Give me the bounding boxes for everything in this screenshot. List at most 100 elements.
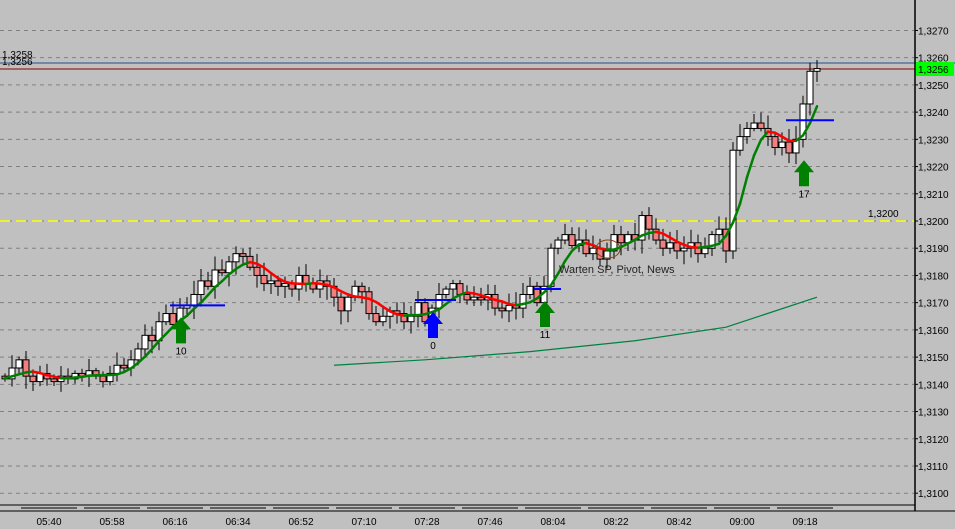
candle-body-up <box>225 261 233 274</box>
time-tick-label: 08:04 <box>540 517 565 528</box>
price-tick-label: 1,3180 <box>918 271 949 282</box>
price-tick-label: 1,3270 <box>918 26 949 37</box>
price-tick-label: 1,3120 <box>918 435 949 446</box>
time-tick-label: 06:52 <box>288 517 313 528</box>
candle-body-up <box>666 242 674 249</box>
candle-body-up <box>442 288 450 295</box>
candle-body-up <box>554 239 562 249</box>
candle-body-up <box>519 293 527 309</box>
candle-body-down <box>274 280 282 287</box>
candle-body-down <box>204 280 212 287</box>
time-tick-label: 08:22 <box>603 517 628 528</box>
price-tick-label: 1,3100 <box>918 489 949 500</box>
price-chart[interactable]: 1,32701,32601,32501,32401,32301,32201,32… <box>0 0 955 529</box>
candle-body-up <box>526 285 534 295</box>
candle-body-up <box>806 70 814 105</box>
candle-body-down <box>358 285 366 293</box>
signal-label: 17 <box>798 189 810 200</box>
candle-body-up <box>15 359 23 369</box>
price-tick-label: 1,3190 <box>918 244 949 255</box>
signal-label: 11 <box>540 330 551 341</box>
candle-body-up <box>344 296 352 312</box>
candle-body-down <box>253 266 261 276</box>
signal-label: 10 <box>175 346 187 357</box>
candle-body-up <box>736 136 744 151</box>
candle-body-up <box>134 348 142 361</box>
price-tick-label: 1,3210 <box>918 190 949 201</box>
candle-body-up <box>729 149 737 252</box>
candle-body-up <box>680 247 688 252</box>
candle-body-down <box>169 313 177 325</box>
candle-body-up <box>281 283 289 287</box>
candle-body-up <box>379 315 387 323</box>
candle-body-down <box>617 234 625 244</box>
candle-body-up <box>435 293 443 309</box>
candle-body-down <box>372 313 380 323</box>
time-tick-label: 05:58 <box>99 517 124 528</box>
time-tick-label: 07:28 <box>414 517 439 528</box>
candle-body-down <box>477 296 485 301</box>
candle <box>729 142 737 259</box>
candle-body-up <box>449 283 457 290</box>
candle-body-up <box>113 364 121 374</box>
candle-body-up <box>778 141 786 149</box>
candle-body-up <box>295 274 303 290</box>
time-tick-label: 09:00 <box>729 517 754 528</box>
candle-body-up <box>701 247 709 255</box>
candle-body-down <box>337 296 345 312</box>
candle-body-down <box>645 215 653 230</box>
candle-body-down <box>771 136 779 149</box>
candle-body-up <box>162 313 170 323</box>
candle-body-up <box>141 334 149 350</box>
candle-body-down <box>218 269 226 274</box>
candle-body-up <box>750 122 758 129</box>
candle-body-down <box>239 253 247 257</box>
price-tick-label: 1,3230 <box>918 135 949 146</box>
candle-body-down <box>302 274 310 285</box>
price-tick-label: 1,3200 <box>918 217 949 228</box>
candle-body-up <box>470 296 478 301</box>
candle-body-up <box>813 68 821 72</box>
candle-body-down <box>421 302 429 323</box>
candle-body-down <box>29 375 37 383</box>
candle-body-down <box>568 234 576 246</box>
time-tick-label: 07:46 <box>477 517 502 528</box>
candle-body-down <box>498 307 506 312</box>
candle-body-up <box>232 253 240 263</box>
candle-body-up <box>190 293 198 306</box>
time-tick-label: 08:42 <box>666 517 691 528</box>
candle-body-up <box>715 228 723 236</box>
level-1-3200-label: 1,3200 <box>868 209 899 220</box>
candle-body-up <box>267 280 275 285</box>
candle-body-up <box>561 234 569 241</box>
candle-body-down <box>673 242 681 252</box>
candle-body-down <box>120 364 128 369</box>
candle-body-up <box>197 280 205 295</box>
candle-body-down <box>99 375 107 383</box>
candle-body-down <box>659 239 667 249</box>
time-tick-label: 06:16 <box>162 517 187 528</box>
time-tick-label: 07:10 <box>351 517 376 528</box>
time-tick-label: 09:18 <box>792 517 817 528</box>
price-tick-label: 1,3220 <box>918 163 949 174</box>
price-tick-label: 1,3240 <box>918 108 949 119</box>
price-tick-label: 1,3160 <box>918 326 949 337</box>
price-tick-label: 1,3130 <box>918 408 949 419</box>
candle-body-up <box>589 247 597 255</box>
signal-label: 0 <box>430 341 436 352</box>
price-tick-label: 1,3150 <box>918 353 949 364</box>
candle-body-up <box>743 127 751 138</box>
price-tick-label: 1,3250 <box>918 81 949 92</box>
price-tick-label: 1,3140 <box>918 380 949 391</box>
candle-body-down <box>757 122 765 129</box>
candle-body-down <box>785 141 793 154</box>
time-tick-label: 06:34 <box>225 517 250 528</box>
price-tick-label: 1,3170 <box>918 299 949 310</box>
candle <box>799 95 807 148</box>
candle-body-down <box>365 291 373 315</box>
candle-body-down <box>260 274 268 285</box>
candle-body-down <box>50 378 58 383</box>
current-price-label: 1,3256 <box>918 65 949 76</box>
candle-body-down <box>148 334 156 342</box>
annotation-text: Warten SP, Pivot, News <box>559 264 675 276</box>
